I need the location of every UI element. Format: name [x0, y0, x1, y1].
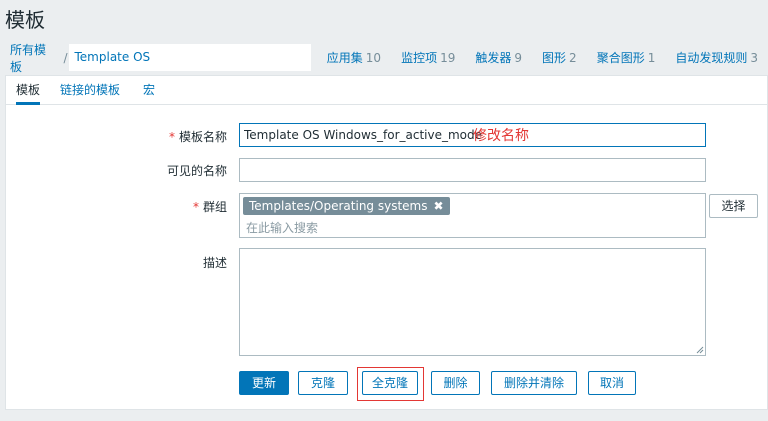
- nav-discovery-rules[interactable]: 自动发现规则 3: [665, 49, 768, 66]
- required-mark: *: [168, 130, 175, 144]
- cancel-button[interactable]: 取消: [588, 371, 636, 395]
- nav-graphs[interactable]: 图形 2: [532, 49, 587, 66]
- nav-screens-count: 1: [647, 51, 656, 65]
- nav-items-count: 19: [440, 51, 456, 65]
- description-label: 描述: [202, 256, 227, 270]
- nav-graphs-count: 2: [569, 51, 577, 65]
- tab-bar: 模板 链接的模板 宏: [6, 76, 767, 105]
- nav-applications-count: 10: [365, 51, 382, 65]
- group-chip: Templates/Operating systems ✖: [243, 197, 450, 215]
- nav-items[interactable]: 监控项 19: [391, 49, 465, 66]
- remove-chip-icon[interactable]: ✖: [434, 199, 444, 213]
- delete-and-clear-button[interactable]: 删除并清除: [491, 371, 577, 395]
- template-name-label-text: 模板名称: [178, 130, 227, 144]
- delete-button[interactable]: 删除: [431, 371, 480, 395]
- groups-label: * 群组: [193, 198, 227, 215]
- resize-handle-icon[interactable]: [696, 346, 704, 354]
- tab-macros[interactable]: 宏: [143, 76, 155, 105]
- nav-graphs-label: 图形: [542, 51, 567, 65]
- groups-multiselect[interactable]: Templates/Operating systems ✖ 在此输入搜索: [239, 193, 706, 238]
- breadcrumb-all-templates[interactable]: 所有模板: [0, 41, 62, 75]
- clone-button[interactable]: 克隆: [298, 371, 348, 395]
- description-textarea[interactable]: [239, 248, 706, 356]
- tab-linked-templates[interactable]: 链接的模板: [60, 76, 120, 105]
- nav-discovery-rules-count: 3: [750, 51, 758, 65]
- nav-items-label: 监控项: [401, 51, 438, 65]
- nav-discovery-rules-label: 自动发现规则: [675, 51, 748, 65]
- groups-search-placeholder[interactable]: 在此输入搜索: [246, 219, 318, 236]
- select-button-label: 选择: [721, 199, 746, 213]
- nav-triggers-label: 触发器: [475, 51, 512, 65]
- nav-applications[interactable]: 应用集 10: [317, 49, 391, 66]
- page-title: 模板: [5, 8, 45, 32]
- nav-triggers-count: 9: [514, 51, 523, 65]
- visible-name-input[interactable]: [239, 158, 706, 182]
- template-navbar: 所有模板 / Template OS Windows_for_active_mo…: [0, 41, 768, 92]
- required-mark: *: [192, 200, 199, 214]
- nav-applications-label: 应用集: [326, 51, 363, 65]
- full-clone-highlight: [357, 367, 424, 401]
- group-chip-label: Templates/Operating systems: [249, 199, 428, 213]
- groups-label-text: 群组: [202, 200, 227, 214]
- visible-name-label: 可见的名称: [166, 164, 227, 178]
- nav-screens-label: 聚合图形: [596, 51, 645, 65]
- template-form-panel: 模板 链接的模板 宏 *模板名称 修改名称 可见的名称 *群组 Template…: [5, 75, 768, 410]
- update-button[interactable]: 更新: [239, 371, 289, 395]
- nav-screens[interactable]: 聚合图形 1: [587, 49, 666, 66]
- nav-triggers[interactable]: 触发器 9: [465, 49, 532, 66]
- annotation-rename: 修改名称: [473, 128, 529, 144]
- template-name-label: * 模板名称: [169, 128, 227, 145]
- tab-template[interactable]: 模板: [16, 76, 41, 105]
- select-groups-button[interactable]: 选择: [709, 194, 758, 218]
- breadcrumb-current-template[interactable]: Template OS Windows_for_active_mode: [68, 44, 311, 91]
